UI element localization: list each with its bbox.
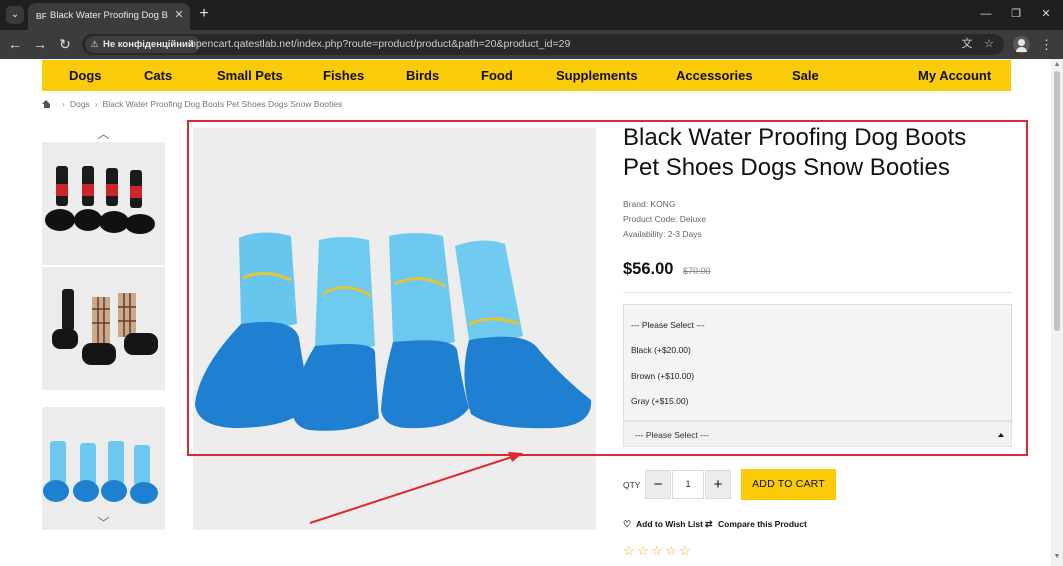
breadcrumb-separator: › bbox=[94, 99, 98, 109]
address-bar[interactable]: ⚠ Не конфіденційний opencart.qatestlab.n… bbox=[82, 34, 1004, 55]
browser-tab-bar: ⌄ BF Black Water Proofing Dog Boot ✕ + —… bbox=[0, 0, 1063, 30]
tab-title: Black Water Proofing Dog Boot bbox=[50, 10, 168, 21]
star-icon: ☆ bbox=[623, 543, 635, 558]
plaid-boot-2 bbox=[82, 297, 116, 365]
compare-product-link[interactable]: ⇄ Compare this Product bbox=[705, 519, 807, 529]
new-tab-icon[interactable]: + bbox=[196, 4, 212, 24]
product-old-price: $70.00 bbox=[683, 266, 711, 276]
nav-item-my-account[interactable]: My Account bbox=[918, 68, 991, 83]
minimize-icon[interactable]: — bbox=[976, 5, 996, 23]
translate-icon[interactable]: 文 bbox=[960, 37, 974, 51]
wishlist-label: Add to Wish List bbox=[636, 519, 703, 529]
nav-item-sale[interactable]: Sale bbox=[792, 68, 819, 83]
star-icon: ☆ bbox=[665, 543, 677, 558]
black-red-boot-2 bbox=[74, 166, 102, 231]
product-code: Product Code: Deluxe bbox=[623, 214, 707, 224]
nav-item-cats[interactable]: Cats bbox=[144, 68, 172, 83]
nav-item-food[interactable]: Food bbox=[481, 68, 513, 83]
option-please-select[interactable]: --- Please Select --- bbox=[631, 320, 705, 330]
star-icon: ☆ bbox=[651, 543, 663, 558]
qty-decrease-button[interactable]: − bbox=[645, 470, 671, 499]
reload-icon[interactable]: ↻ bbox=[56, 35, 74, 53]
product-title: Black Water Proofing Dog Boots Pet Shoes… bbox=[623, 124, 967, 181]
breadcrumb-dogs[interactable]: Dogs bbox=[70, 99, 90, 109]
menu-kebab-icon[interactable]: ⋮ bbox=[1040, 36, 1053, 53]
browser-tab[interactable]: BF Black Water Proofing Dog Boot ✕ bbox=[28, 3, 190, 30]
thumbnail-carousel: ︿ ﹀ bbox=[42, 127, 165, 532]
option-select[interactable]: --- Please Select --- bbox=[623, 421, 1012, 447]
qty-increase-button[interactable]: + bbox=[705, 470, 731, 499]
not-secure-label: Не конфіденційний bbox=[103, 39, 194, 50]
home-icon[interactable] bbox=[42, 99, 51, 109]
tab-close-icon[interactable]: ✕ bbox=[172, 8, 186, 22]
page-scrollbar[interactable]: ▲ ▼ bbox=[1051, 59, 1063, 566]
url-text[interactable]: opencart.qatestlab.net/index.php?route=p… bbox=[190, 38, 570, 50]
thumb-blue-boot-4 bbox=[130, 445, 158, 504]
thumbnail-plaid-boots[interactable] bbox=[42, 267, 165, 390]
nav-item-fishes[interactable]: Fishes bbox=[323, 68, 364, 83]
option-dropdown-list: --- Please Select --- Black (+$20.00) Br… bbox=[623, 304, 1012, 421]
black-red-boot-3 bbox=[99, 168, 129, 233]
plaid-boot-3 bbox=[118, 293, 158, 355]
option-brown[interactable]: Brown (+$10.00) bbox=[631, 371, 694, 381]
profile-icon[interactable] bbox=[1013, 36, 1030, 53]
caret-up-icon bbox=[998, 433, 1004, 437]
qty-label: QTY bbox=[623, 480, 641, 490]
close-window-icon[interactable]: ✕ bbox=[1036, 5, 1056, 23]
maximize-icon[interactable]: ❐ bbox=[1006, 5, 1026, 23]
breadcrumb-product[interactable]: Black Water Proofing Dog Boots Pet Shoes… bbox=[103, 99, 343, 109]
blue-boot-4 bbox=[455, 240, 592, 429]
blue-boot-3 bbox=[381, 233, 469, 429]
rating-stars[interactable]: ☆ ☆ ☆ ☆ ☆ bbox=[623, 544, 692, 558]
thumb-blue-boot-3 bbox=[101, 441, 127, 502]
option-select-value: --- Please Select --- bbox=[635, 430, 709, 440]
qty-input[interactable]: 1 bbox=[672, 470, 704, 499]
site-info-chip[interactable]: ⚠ Не конфіденційний bbox=[85, 36, 200, 53]
thumb-blue-boot-1 bbox=[43, 441, 69, 502]
heart-icon: ♡ bbox=[623, 518, 632, 529]
product-price: $56.00 bbox=[623, 260, 674, 278]
thumbnail-black-red-boots[interactable] bbox=[42, 142, 165, 265]
product-availability: Availability: 2-3 Days bbox=[623, 229, 702, 239]
plaid-boot-1 bbox=[52, 289, 78, 349]
forward-icon[interactable]: → bbox=[31, 35, 49, 53]
option-black[interactable]: Black (+$20.00) bbox=[631, 345, 691, 355]
add-to-cart-button[interactable]: ADD TO CART bbox=[741, 469, 836, 500]
chevron-up-icon[interactable]: ︿ bbox=[42, 127, 165, 141]
blue-boot-1 bbox=[195, 232, 311, 428]
tab-search-icon[interactable]: ⌄ bbox=[6, 6, 24, 24]
compare-icon: ⇄ bbox=[705, 518, 713, 529]
category-nav: Dogs Cats Small Pets Fishes Birds Food S… bbox=[42, 60, 1011, 91]
product-brand: Brand: KONG bbox=[623, 199, 676, 209]
add-to-wishlist-link[interactable]: ♡ Add to Wish List bbox=[623, 519, 703, 529]
scroll-down-icon[interactable]: ▼ bbox=[1053, 553, 1061, 561]
thumb-blue-boot-2 bbox=[73, 443, 99, 502]
compare-label: Compare this Product bbox=[718, 519, 807, 529]
nav-item-birds[interactable]: Birds bbox=[406, 68, 439, 83]
breadcrumb: › Dogs › Black Water Proofing Dog Boots … bbox=[42, 97, 342, 111]
scroll-thumb[interactable] bbox=[1054, 71, 1060, 331]
scroll-up-icon[interactable]: ▲ bbox=[1053, 61, 1061, 69]
chevron-down-icon[interactable]: ﹀ bbox=[42, 516, 165, 530]
nav-item-dogs[interactable]: Dogs bbox=[69, 68, 102, 83]
black-red-boot-1 bbox=[45, 166, 75, 231]
warning-icon: ⚠ bbox=[90, 39, 99, 49]
star-icon: ☆ bbox=[637, 543, 649, 558]
back-icon[interactable]: ← bbox=[6, 35, 24, 53]
breadcrumb-separator: › bbox=[62, 99, 65, 109]
main-product-image[interactable] bbox=[193, 128, 596, 530]
browser-toolbar: ← → ↻ ⚠ Не конфіденційний opencart.qates… bbox=[0, 30, 1063, 59]
thumbnail-blue-boots[interactable] bbox=[42, 407, 165, 530]
bookmark-star-icon[interactable]: ☆ bbox=[982, 37, 996, 51]
nav-item-supplements[interactable]: Supplements bbox=[556, 68, 638, 83]
option-gray[interactable]: Gray (+$15.00) bbox=[631, 396, 688, 406]
star-icon: ☆ bbox=[679, 543, 691, 558]
favicon-icon: BF bbox=[36, 12, 47, 21]
divider bbox=[623, 292, 1012, 293]
black-red-boot-4 bbox=[125, 170, 155, 234]
nav-item-accessories[interactable]: Accessories bbox=[676, 68, 753, 83]
nav-item-small-pets[interactable]: Small Pets bbox=[217, 68, 283, 83]
blue-boot-2 bbox=[292, 237, 379, 431]
